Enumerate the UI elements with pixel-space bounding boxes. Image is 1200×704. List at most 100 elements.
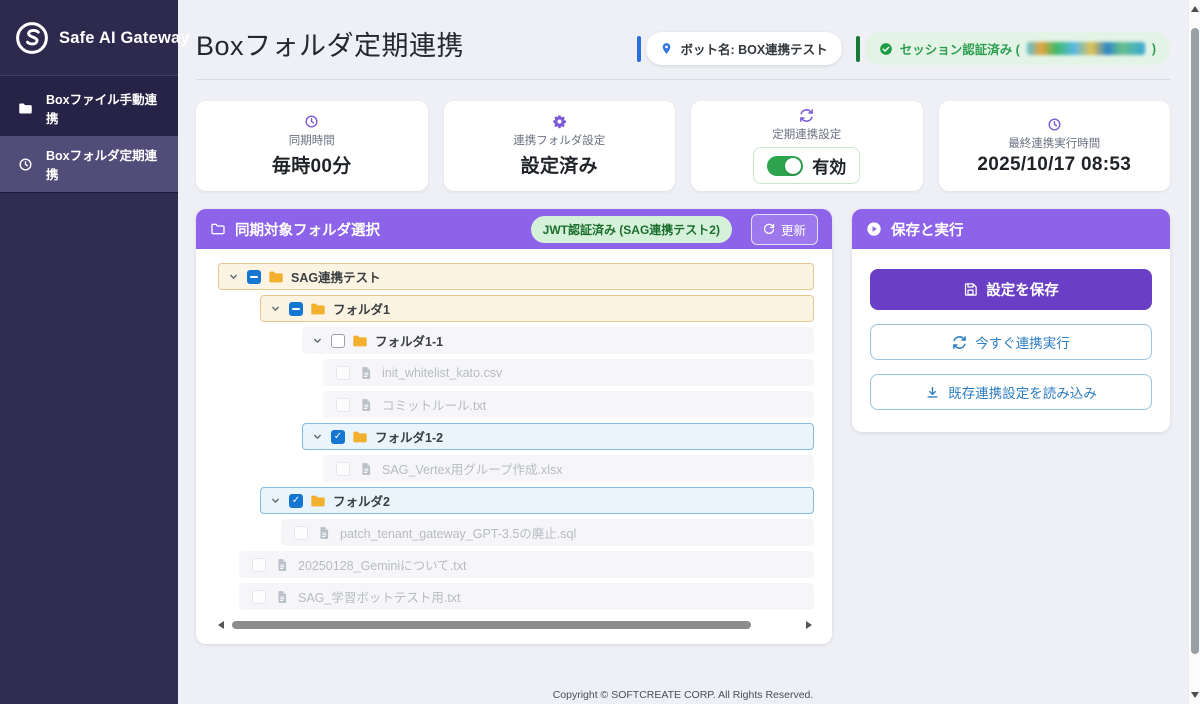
folder-icon: [18, 101, 33, 116]
folder-tree: SAG連携テスト フォルダ1 フォルダ1-1 init_whitelist_ka…: [196, 249, 832, 644]
status-card-0: 同期時間 毎時00分: [196, 101, 428, 191]
page-title: Boxフォルダ定期連携: [196, 24, 464, 63]
folder-name: SAG連携テスト: [291, 267, 381, 286]
clock-icon: [304, 114, 319, 129]
gear-icon: [552, 114, 567, 129]
refresh-button-label: 更新: [781, 220, 806, 239]
play-circle-icon: [866, 221, 882, 237]
safe-ai-gateway-logo-icon: [14, 20, 50, 56]
enabled-toggle[interactable]: [767, 156, 803, 176]
folder-name: フォルダ1-1: [375, 331, 443, 350]
folder-icon: [352, 429, 368, 445]
action-button-1[interactable]: 今すぐ連携実行: [870, 324, 1152, 360]
action-button-0[interactable]: 設定を保存: [870, 269, 1152, 310]
tree-row-file: patch_tenant_gateway_GPT-3.5の廃止.sql: [281, 519, 814, 546]
status-card-1: 連携フォルダ設定 設定済み: [444, 101, 676, 191]
folder-name: フォルダ1: [333, 299, 390, 318]
status-card-value: 2025/10/17 08:53: [977, 154, 1131, 176]
sidebar-item-1[interactable]: Boxフォルダ定期連携: [0, 136, 178, 192]
action-button-label: 設定を保存: [986, 279, 1059, 300]
page-scrollbar[interactable]: [1188, 0, 1200, 704]
panel-title: 同期対象フォルダ選択: [235, 219, 380, 240]
location-pin-icon: [660, 42, 673, 55]
file-name: SAG_学習ボットテスト用.txt: [298, 587, 461, 606]
action-button-2[interactable]: 既存連携設定を読み込み: [870, 374, 1152, 410]
badge-accent-bar: [637, 36, 641, 62]
chevron-down-icon[interactable]: [269, 494, 282, 507]
copyright-footer: Copyright © SOFTCREATE CORP. All Rights …: [178, 689, 1188, 701]
check-circle-icon: [879, 42, 893, 56]
scroll-left-arrow-icon[interactable]: [218, 621, 224, 629]
chevron-down-icon[interactable]: [311, 334, 324, 347]
tree-row-folder[interactable]: フォルダ1-2: [302, 423, 814, 450]
sync-icon: [952, 335, 967, 350]
folder-icon: [268, 269, 284, 285]
tree-row-folder[interactable]: フォルダ1: [260, 295, 814, 322]
file-icon: [359, 462, 373, 476]
file-checkbox-disabled: [294, 526, 308, 540]
tree-row-file: init_whitelist_kato.csv: [323, 359, 814, 386]
tree-row-file: 20250128_Geminiについて.txt: [239, 551, 814, 578]
badge-accent-bar: [856, 36, 860, 62]
tree-row-file: SAG_学習ボットテスト用.txt: [239, 583, 814, 610]
folder-checkbox[interactable]: [289, 302, 303, 316]
folder-outline-icon: [210, 221, 226, 237]
folder-checkbox[interactable]: [247, 270, 261, 284]
save-icon: [963, 282, 978, 297]
folder-checkbox[interactable]: [331, 430, 345, 444]
sidebar-item-0[interactable]: Boxファイル手動連携: [0, 80, 178, 136]
toggle-wrap: 有効: [753, 147, 860, 184]
scroll-up-arrow-icon[interactable]: [1191, 6, 1199, 12]
page-scrollbar-thumb[interactable]: [1191, 28, 1199, 654]
action-buttons: 設定を保存 今すぐ連携実行 既存連携設定を読み込み: [852, 249, 1170, 432]
status-card-label: 同期時間: [289, 132, 335, 148]
toggle-knob: [785, 158, 801, 174]
tree-horizontal-scrollbar[interactable]: [218, 618, 814, 632]
tree-row-folder[interactable]: SAG連携テスト: [218, 263, 814, 290]
folder-icon: [352, 333, 368, 349]
folder-checkbox[interactable]: [289, 494, 303, 508]
status-card-label: 連携フォルダ設定: [513, 132, 605, 148]
file-icon: [317, 526, 331, 540]
folder-name: フォルダ1-2: [375, 427, 443, 446]
app-title: Safe AI Gateway: [59, 29, 190, 48]
status-card-value: 設定済み: [521, 151, 598, 178]
status-cards: 同期時間 毎時00分 連携フォルダ設定 設定済み 定期連携設定 有効 最終連携実…: [196, 101, 1170, 191]
file-icon: [275, 558, 289, 572]
file-checkbox-disabled: [252, 558, 266, 572]
file-name: SAG_Vertex用グループ作成.xlsx: [382, 459, 563, 478]
action-button-label: 今すぐ連携実行: [975, 332, 1070, 352]
chevron-down-icon[interactable]: [227, 270, 240, 283]
file-checkbox-disabled: [336, 366, 350, 380]
app-logo: Safe AI Gateway: [0, 0, 178, 75]
file-checkbox-disabled: [252, 590, 266, 604]
scroll-down-arrow-icon[interactable]: [1191, 692, 1199, 698]
chevron-down-icon[interactable]: [311, 430, 324, 443]
bot-name-label: ボット名: BOX連携テスト: [680, 39, 827, 58]
folder-icon: [310, 493, 326, 509]
redacted-session-id: [1027, 42, 1145, 55]
refresh-button[interactable]: 更新: [751, 214, 818, 245]
tree-row-folder[interactable]: フォルダ2: [260, 487, 814, 514]
status-card-label: 定期連携設定: [772, 126, 841, 142]
main-content: Boxフォルダ定期連携 ボット名: BOX連携テスト セッション認証済み (): [178, 0, 1188, 704]
status-card-value: 毎時00分: [272, 151, 352, 178]
file-icon: [359, 398, 373, 412]
sidebar-item-label: Boxファイル手動連携: [46, 89, 160, 127]
refresh-icon: [763, 223, 775, 235]
tree-row-folder[interactable]: フォルダ1-1: [302, 327, 814, 354]
panel-title: 保存と実行: [891, 219, 964, 240]
jwt-auth-badge: JWT認証済み (SAG連携テスト2): [531, 216, 732, 243]
scroll-right-arrow-icon[interactable]: [806, 621, 812, 629]
folder-checkbox[interactable]: [331, 334, 345, 348]
sidebar: Safe AI Gateway Boxファイル手動連携 Boxフォルダ定期連携: [0, 0, 178, 704]
sync-icon: [799, 108, 814, 123]
file-checkbox-disabled: [336, 398, 350, 412]
save-run-panel: 保存と実行 設定を保存 今すぐ連携実行 既存連携設定を読み込み: [852, 209, 1170, 432]
chevron-down-icon[interactable]: [269, 302, 282, 315]
session-auth-label-close: ): [1152, 42, 1156, 56]
tree-scrollbar-thumb[interactable]: [232, 621, 751, 629]
tree-row-file: コミットルール.txt: [323, 391, 814, 418]
file-checkbox-disabled: [336, 462, 350, 476]
header-divider: [196, 79, 1170, 80]
